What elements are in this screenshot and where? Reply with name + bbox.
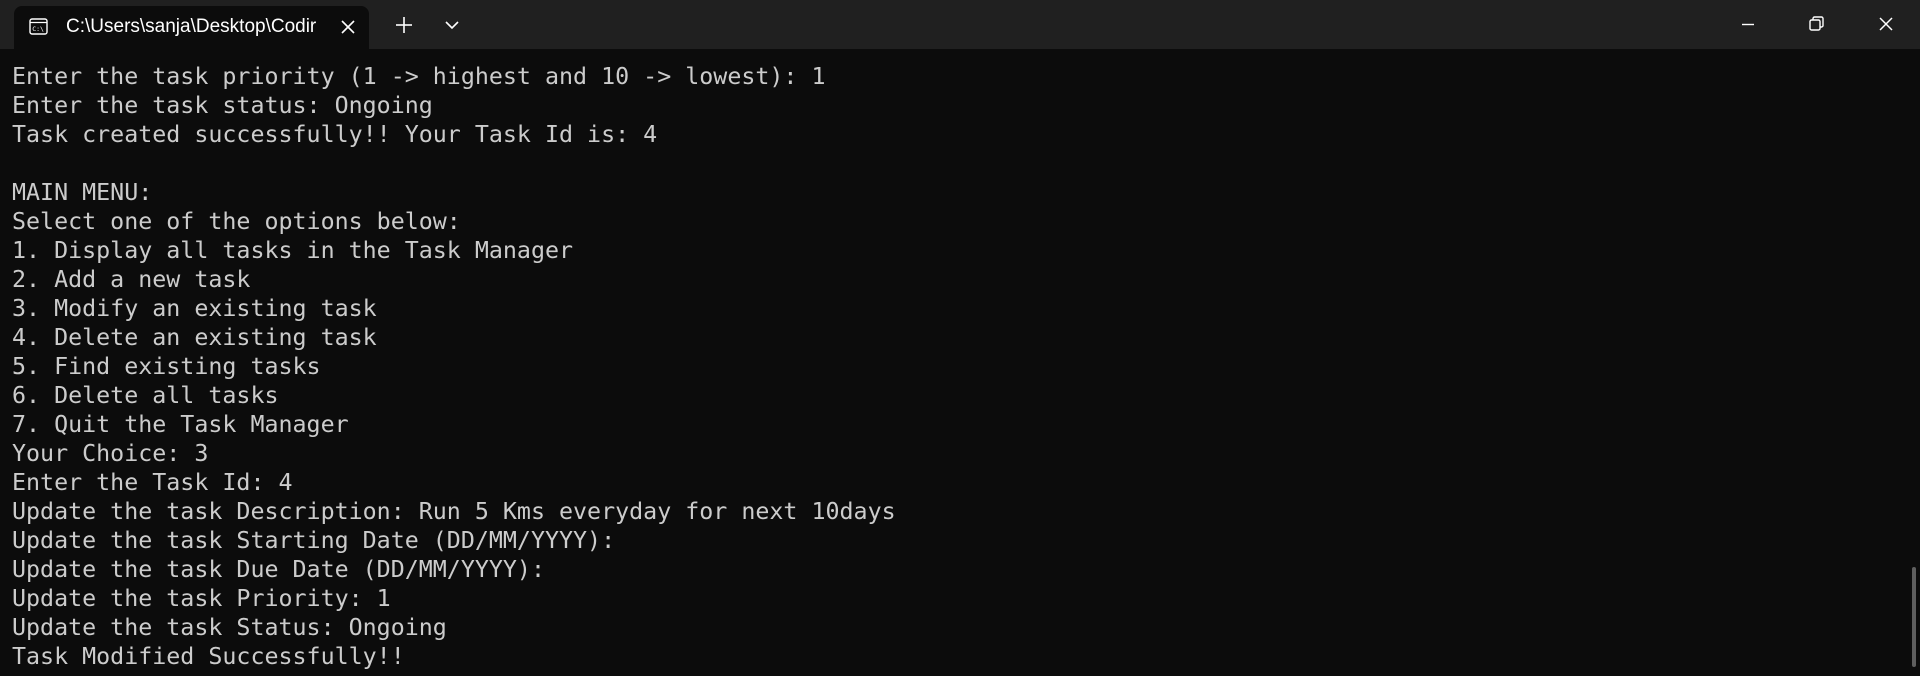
console-line: 7. Quit the Task Manager [12,411,349,438]
terminal-icon: C:\ [29,17,48,36]
console-line: 4. Delete an existing task [12,324,377,351]
close-window-button[interactable] [1852,0,1920,49]
title-bar[interactable]: C:\ C:\Users\sanja\Desktop\Codir [0,0,1920,49]
console-line: 5. Find existing tasks [12,353,321,380]
console-line: 2. Add a new task [12,266,251,293]
terminal-window: C:\ C:\Users\sanja\Desktop\Codir Enter t… [0,0,1920,676]
new-tab-button[interactable] [390,12,418,38]
minimize-button[interactable] [1714,0,1782,49]
tab-title: C:\Users\sanja\Desktop\Codir [66,16,317,37]
minimize-icon [1742,23,1754,26]
restore-icon [1809,16,1824,31]
console-line: Your Choice: 3 [12,440,209,467]
console-line: 1. Display all tasks in the Task Manager [12,237,574,264]
console-line: Enter the task priority (1 -> highest an… [12,63,826,90]
close-icon [1879,17,1893,31]
console-line: Update the task Priority: 1 [12,585,391,612]
console-line: MAIN MENU: [12,179,153,206]
tab-close-icon[interactable] [336,15,360,39]
console-line: Update the task Due Date (DD/MM/YYYY): [12,556,545,583]
console-line: Update the task Status: Ongoing [12,614,447,641]
console-line: Enter the task status: Ongoing [12,92,433,119]
plus-icon [396,17,412,33]
console-line: 6. Delete all tasks [12,382,279,409]
svg-text:C:\: C:\ [32,25,44,33]
maximize-button[interactable] [1782,0,1850,49]
console-line: Enter the Task Id: 4 [12,469,293,496]
console-line: Update the task Starting Date (DD/MM/YYY… [12,527,616,554]
console-line: Task Modified Successfully!! [12,643,405,670]
scrollbar-thumb[interactable] [1912,567,1916,667]
tab-terminal[interactable]: C:\ C:\Users\sanja\Desktop\Codir [14,6,369,49]
console-output[interactable]: Enter the task priority (1 -> highest an… [0,49,1908,676]
tab-dropdown-button[interactable] [438,12,466,38]
console-line: Update the task Description: Run 5 Kms e… [12,498,896,525]
chevron-down-icon [445,21,459,30]
scrollbar[interactable] [1908,49,1920,676]
console-line: 3. Modify an existing task [12,295,377,322]
console-line: Select one of the options below: [12,208,461,235]
console-line: Task created successfully!! Your Task Id… [12,121,658,148]
